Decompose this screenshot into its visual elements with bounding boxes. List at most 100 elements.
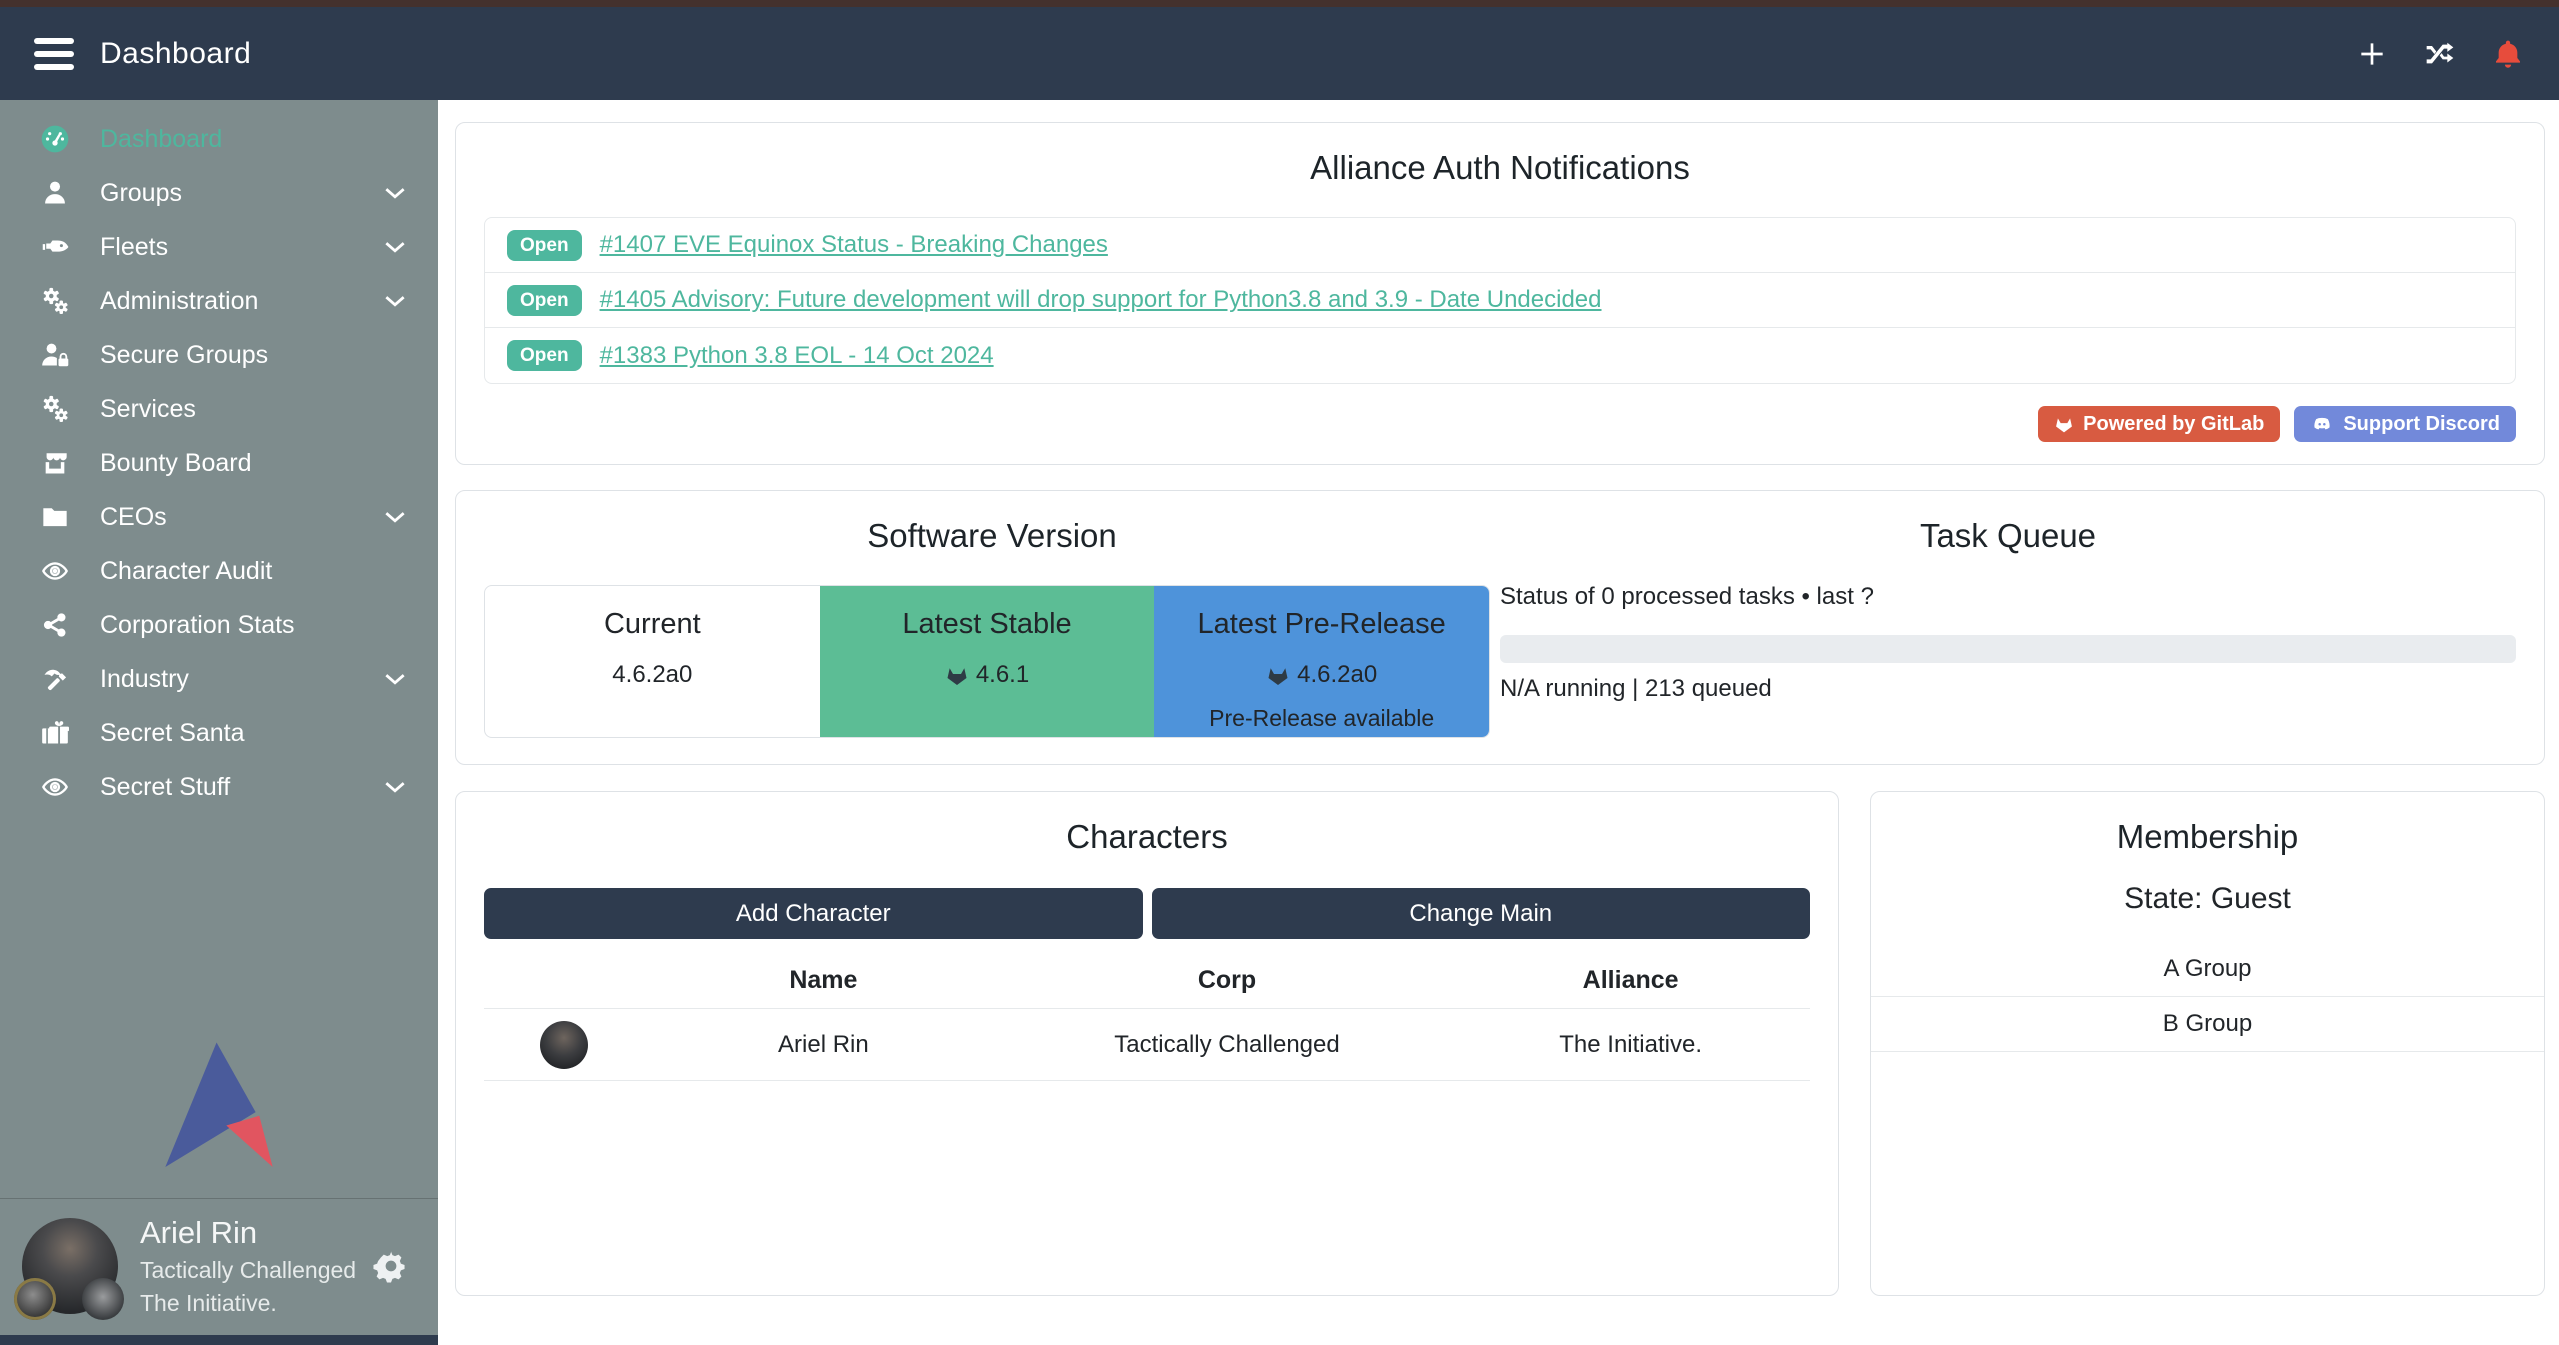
user-alliance: The Initiative. bbox=[140, 1290, 356, 1317]
user-lock-icon bbox=[32, 341, 78, 369]
shuffle-character-icon[interactable] bbox=[2423, 37, 2457, 71]
group-list-item: A Group bbox=[1871, 942, 2544, 997]
sidebar-item-label: Fleets bbox=[100, 233, 168, 262]
alliance-auth-notifications-panel: Alliance Auth Notifications Open #1407 E… bbox=[455, 122, 2545, 465]
notification-row: Open #1407 EVE Equinox Status - Breaking… bbox=[485, 218, 2515, 273]
status-badge: Open bbox=[507, 285, 582, 316]
notification-link[interactable]: #1407 EVE Equinox Status - Breaking Chan… bbox=[600, 231, 1108, 259]
add-character-button[interactable]: Add Character bbox=[484, 888, 1143, 939]
task-queue-status: Status of 0 processed tasks • last ? bbox=[1500, 583, 2516, 611]
sidebar-item-groups[interactable]: Groups bbox=[0, 166, 438, 220]
alliance-logo-badge bbox=[82, 1278, 124, 1320]
gitlab-icon bbox=[945, 663, 969, 687]
share-icon bbox=[32, 611, 78, 639]
sidebar-item-label: Industry bbox=[100, 665, 189, 694]
task-queue-counts: N/A running | 213 queued bbox=[1500, 675, 2516, 703]
sidebar-toggle-button[interactable] bbox=[34, 38, 74, 70]
notifications-title: Alliance Auth Notifications bbox=[484, 149, 2516, 187]
task-queue-progressbar bbox=[1500, 635, 2516, 663]
gears-icon bbox=[32, 394, 78, 424]
app-window: Dashboard bbox=[0, 0, 2559, 1345]
sidebar-item-label: Corporation Stats bbox=[100, 611, 295, 640]
characters-panel: Characters Add Character Change Main Nam… bbox=[455, 791, 1839, 1296]
character-name: Ariel Rin bbox=[644, 1031, 1003, 1059]
characters-table: Name Corp Alliance Ariel Rin Tactically … bbox=[484, 953, 1810, 1081]
membership-panel: Membership State: Guest A Group B Group bbox=[1870, 791, 2545, 1296]
gears-icon bbox=[32, 286, 78, 316]
user-settings-gear-icon[interactable] bbox=[372, 1247, 410, 1285]
character-row: Ariel Rin Tactically Challenged The Init… bbox=[484, 1009, 1810, 1081]
character-corp: Tactically Challenged bbox=[1003, 1031, 1451, 1059]
sidebar-item-character-audit[interactable]: Character Audit bbox=[0, 544, 438, 598]
notification-link[interactable]: #1405 Advisory: Future development will … bbox=[600, 286, 1602, 314]
sidebar-menu: Dashboard Groups bbox=[0, 100, 438, 814]
sidebar-item-fleets[interactable]: Fleets bbox=[0, 220, 438, 274]
sidebar-item-services[interactable]: Services bbox=[0, 382, 438, 436]
notification-row: Open #1383 Python 3.8 EOL - 14 Oct 2024 bbox=[485, 328, 2515, 383]
sidebar-item-secret-santa[interactable]: Secret Santa bbox=[0, 706, 438, 760]
user-panel[interactable]: Ariel Rin Tactically Challenged The Init… bbox=[0, 1199, 438, 1335]
sidebar-item-administration[interactable]: Administration bbox=[0, 274, 438, 328]
sidebar-item-bounty-board[interactable]: Bounty Board bbox=[0, 436, 438, 490]
shuttle-icon bbox=[32, 233, 78, 261]
sidebar-item-label: Secret Santa bbox=[100, 719, 245, 748]
sidebar-item-corporation-stats[interactable]: Corporation Stats bbox=[0, 598, 438, 652]
sidebar-item-ceos[interactable]: CEOs bbox=[0, 490, 438, 544]
notifications-bell-icon[interactable] bbox=[2491, 37, 2525, 71]
chevron-down-icon bbox=[382, 288, 408, 314]
folder-icon bbox=[32, 503, 78, 531]
status-badge: Open bbox=[507, 230, 582, 261]
gauge-icon bbox=[32, 123, 78, 155]
sidebar-item-label: Administration bbox=[100, 287, 258, 316]
sidebar-item-dashboard[interactable]: Dashboard bbox=[0, 112, 438, 166]
group-list-item: B Group bbox=[1871, 997, 2544, 1052]
user-avatar bbox=[22, 1218, 118, 1314]
task-queue-section: Task Queue Status of 0 processed tasks •… bbox=[1500, 517, 2516, 738]
support-discord-badge[interactable]: Support Discord bbox=[2294, 406, 2516, 442]
hammer-icon bbox=[32, 665, 78, 693]
sidebar-item-label: Dashboard bbox=[100, 125, 222, 154]
main-content: Alliance Auth Notifications Open #1407 E… bbox=[438, 100, 2559, 1345]
eye-icon bbox=[32, 773, 78, 801]
gitlab-icon bbox=[2054, 414, 2074, 434]
corp-logo-badge bbox=[14, 1278, 56, 1320]
membership-title: Membership bbox=[1871, 818, 2544, 856]
sidebar: Dashboard Groups bbox=[0, 100, 438, 1345]
chevron-down-icon bbox=[382, 666, 408, 692]
version-prerelease-cell: Latest Pre-Release 4.6.2a0 Pre-Release a… bbox=[1154, 586, 1489, 737]
add-character-icon[interactable] bbox=[2355, 37, 2389, 71]
chevron-down-icon bbox=[382, 504, 408, 530]
chevron-down-icon bbox=[382, 774, 408, 800]
notifications-list: Open #1407 EVE Equinox Status - Breaking… bbox=[484, 217, 2516, 384]
gifts-icon bbox=[32, 719, 78, 747]
sidebar-item-industry[interactable]: Industry bbox=[0, 652, 438, 706]
characters-title: Characters bbox=[484, 818, 1810, 856]
sidebar-item-secret-stuff[interactable]: Secret Stuff bbox=[0, 760, 438, 814]
characters-table-header: Name Corp Alliance bbox=[484, 953, 1810, 1009]
store-icon bbox=[32, 449, 78, 477]
chevron-down-icon bbox=[382, 234, 408, 260]
notification-row: Open #1405 Advisory: Future development … bbox=[485, 273, 2515, 328]
sidebar-item-label: Secure Groups bbox=[100, 341, 268, 370]
membership-groups-list: A Group B Group bbox=[1871, 942, 2544, 1052]
sidebar-item-label: Services bbox=[100, 395, 196, 424]
software-version-title: Software Version bbox=[484, 517, 1500, 555]
status-badge: Open bbox=[507, 340, 582, 371]
version-box: Current 4.6.2a0 Latest Stable 4.6.1 Late… bbox=[484, 585, 1490, 738]
sidebar-item-label: Secret Stuff bbox=[100, 773, 230, 802]
discord-icon bbox=[2310, 414, 2334, 434]
notification-link[interactable]: #1383 Python 3.8 EOL - 14 Oct 2024 bbox=[600, 342, 994, 370]
powered-by-gitlab-badge[interactable]: Powered by GitLab bbox=[2038, 406, 2280, 442]
alliance-auth-logo bbox=[0, 1040, 438, 1198]
character-portrait bbox=[540, 1021, 588, 1069]
change-main-button[interactable]: Change Main bbox=[1152, 888, 1811, 939]
user-name: Ariel Rin bbox=[140, 1215, 356, 1251]
chevron-down-icon bbox=[382, 180, 408, 206]
membership-state: State: Guest bbox=[1871, 882, 2544, 916]
character-alliance: The Initiative. bbox=[1451, 1031, 1810, 1059]
sidebar-item-secure-groups[interactable]: Secure Groups bbox=[0, 328, 438, 382]
top-navbar: Dashboard bbox=[0, 7, 2559, 100]
window-top-edge bbox=[0, 0, 2559, 7]
software-taskqueue-panel: Software Version Current 4.6.2a0 Latest … bbox=[455, 490, 2545, 765]
task-queue-title: Task Queue bbox=[1500, 517, 2516, 555]
